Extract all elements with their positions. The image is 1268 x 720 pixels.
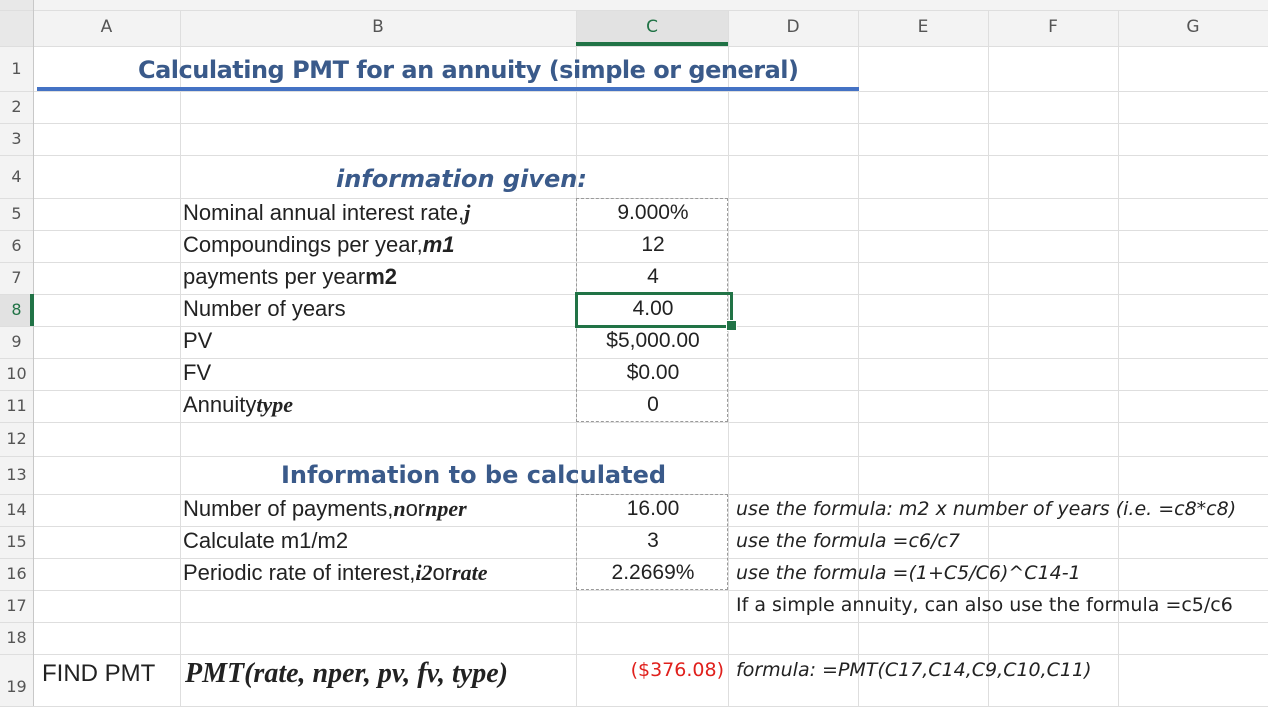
fill-handle[interactable] [726,320,737,331]
row-header-3[interactable]: 3 [0,123,33,155]
row-header-15[interactable]: 15 [0,526,33,558]
column-header-e[interactable]: E [858,10,988,45]
calc-label-16[interactable]: Periodic rate of interest,i2orrate [183,560,487,586]
calc-variable-alt: nper [425,496,467,521]
calc-label-15[interactable]: Calculate m1/m2 [183,528,348,554]
calc-or: or [405,496,426,521]
pmt-formula-display[interactable]: PMT(rate, nper, pv, fv, type) [185,658,508,690]
active-row-indicator [30,294,34,326]
given-value-c11[interactable]: 0 [578,393,728,417]
calc-value-c15[interactable]: 3 [578,529,728,553]
row-header-4[interactable]: 4 [0,155,33,198]
calc-label-text: Number of payments, [183,496,394,521]
row-header-18[interactable]: 18 [0,622,33,654]
given-label-6[interactable]: Compoundings per year,m1 [183,232,455,258]
column-header-d[interactable]: D [728,10,858,45]
calc-note-14[interactable]: use the formula: m2 x number of years (i… [736,498,1236,520]
information-given-heading[interactable]: information given: [336,165,587,193]
row-header-12[interactable]: 12 [0,422,33,456]
row-header-17[interactable]: 17 [0,590,33,622]
column-header-f[interactable]: F [988,10,1118,45]
calc-label-14[interactable]: Number of payments,nornper [183,496,467,522]
given-value-c6[interactable]: 12 [578,233,728,257]
given-label-10[interactable]: FV [183,360,211,386]
given-label-9[interactable]: PV [183,328,212,354]
given-variable: j [464,200,471,225]
information-to-be-calculated-heading[interactable]: Information to be calculated [281,461,666,489]
given-label-text: FV [183,360,212,385]
calc-variable: i2 [415,560,433,585]
title-underline [37,87,859,91]
given-label-text: payments per year [183,264,366,289]
row-header-7[interactable]: 7 [0,262,33,294]
calc-value-c14[interactable]: 16.00 [578,497,728,521]
row-header-13[interactable]: 13 [0,456,33,494]
given-label-text: Compoundings per year, [183,232,423,257]
row-header-8[interactable]: 8 [0,294,33,326]
given-label-11[interactable]: Annuitytype [183,392,293,418]
given-label-7[interactable]: payments per yearm2 [183,264,397,290]
given-label-text: Number of years [183,296,346,321]
row-header-1[interactable]: 1 [0,46,33,91]
given-value-c7[interactable]: 4 [578,265,728,289]
given-label-8[interactable]: Number of years [183,296,346,322]
calc-value-c16[interactable]: 2.2669% [578,561,728,585]
row-header-2[interactable]: 2 [0,91,33,123]
given-label-text: PV [183,328,213,353]
row-header-19[interactable]: 19 [0,654,33,706]
simple-annuity-note[interactable]: If a simple annuity, can also use the fo… [736,594,1233,616]
calc-label-text: Calculate m1/m2 [183,528,349,553]
selected-cell-c8[interactable] [575,292,733,328]
given-label-5[interactable]: Nominal annual interest rate,j [183,200,470,226]
spreadsheet[interactable]: A B C D E F G 1 2 3 4 5 6 7 8 9 10 11 12 13 14 15 16 17 18 19 Cal… [0,0,1268,707]
column-header-g[interactable]: G [1118,10,1268,45]
given-value-c5[interactable]: 9.000% [578,201,728,225]
sheet-title[interactable]: Calculating PMT for an annuity (simple o… [138,56,799,84]
calc-variable: n [393,496,406,521]
row-header-5[interactable]: 5 [0,198,33,230]
row-header-9[interactable]: 9 [0,326,33,358]
row-header-11[interactable]: 11 [0,390,33,422]
given-value-c10[interactable]: $0.00 [578,361,728,385]
row-header-6[interactable]: 6 [0,230,33,262]
given-variable: m1 [422,232,455,257]
column-header-c[interactable]: C [576,10,728,45]
given-label-text: Nominal annual interest rate, [183,200,465,225]
pmt-result[interactable]: ($376.08) [578,659,724,681]
row-header-16[interactable]: 16 [0,558,33,590]
calc-variable-alt: rate [452,560,488,585]
row-header-14[interactable]: 14 [0,494,33,526]
calc-label-text: Periodic rate of interest, [183,560,416,585]
given-variable: m2 [365,264,397,289]
calc-note-15[interactable]: use the formula =c6/c7 [736,530,960,552]
calc-note-16[interactable]: use the formula =(1+C5/C6)^C14-1 [736,562,1081,584]
find-pmt-label[interactable]: FIND PMT [42,660,155,688]
active-column-indicator [576,42,728,46]
column-header-a[interactable]: A [33,10,180,45]
row-header-10[interactable]: 10 [0,358,33,390]
given-label-text: Annuity [183,392,257,417]
given-variable: type [256,392,294,417]
column-header-b[interactable]: B [180,10,576,45]
given-value-c9[interactable]: $5,000.00 [578,329,728,353]
pmt-formula-note[interactable]: formula: =PMT(C17,C14,C9,C10,C11) [736,659,1092,681]
calc-or: or [432,560,453,585]
select-all-corner[interactable] [0,0,33,46]
